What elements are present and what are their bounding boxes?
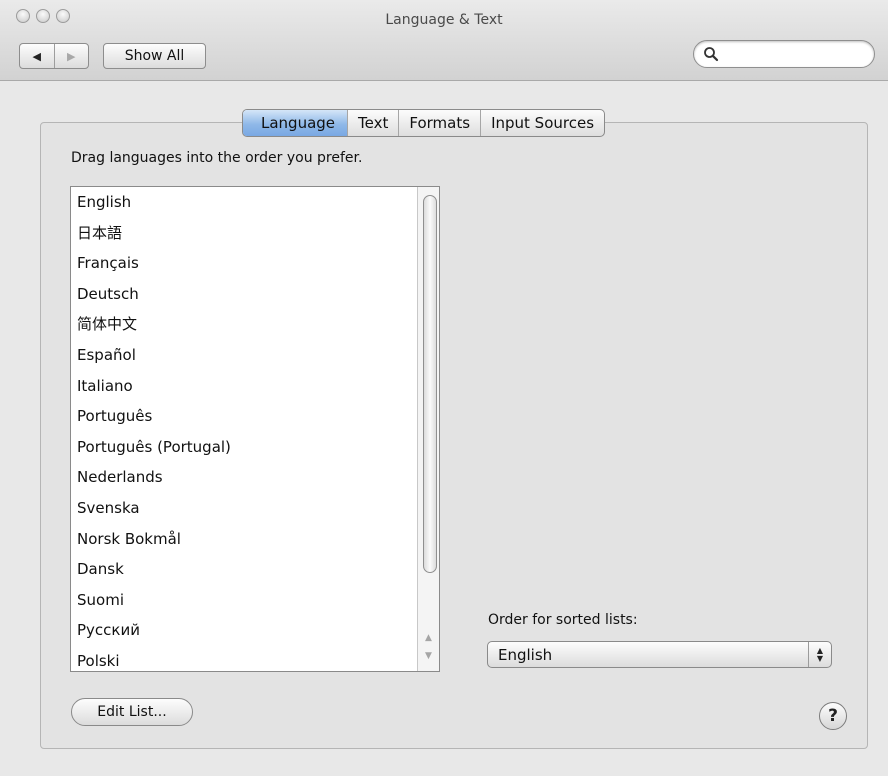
list-item[interactable]: Português [71, 401, 439, 432]
tab-input-sources[interactable]: Input Sources [480, 110, 604, 136]
back-button[interactable]: ◀ [20, 44, 55, 68]
list-item[interactable]: Deutsch [71, 279, 439, 310]
window-titlebar: Language & Text ◀ ▶ Show All [0, 0, 888, 81]
list-item[interactable]: Français [71, 248, 439, 279]
list-item[interactable]: Italiano [71, 371, 439, 402]
tab-formats[interactable]: Formats [398, 110, 480, 136]
pane-tab-bar: Language Text Formats Input Sources [242, 109, 606, 137]
show-all-button[interactable]: Show All [103, 43, 206, 69]
language-list[interactable]: English 日本語 Français Deutsch 简体中文 Españo… [70, 186, 440, 672]
sort-order-value: English [498, 645, 553, 664]
history-nav: ◀ ▶ [19, 43, 89, 69]
sort-order-select[interactable]: English ▲ ▼ [487, 641, 832, 668]
forward-arrow-icon: ▶ [67, 49, 76, 63]
list-item[interactable]: Dansk [71, 554, 439, 585]
help-button[interactable]: ? [819, 702, 847, 730]
search-field[interactable] [693, 40, 875, 68]
search-input[interactable] [723, 45, 867, 63]
sort-order-label: Order for sorted lists: [488, 612, 638, 628]
window-title: Language & Text [385, 12, 503, 28]
forward-button[interactable]: ▶ [55, 44, 89, 68]
edit-list-button[interactable]: Edit List... [71, 698, 193, 726]
instruction-text: Drag languages into the order you prefer… [71, 150, 363, 166]
scroll-up-icon[interactable]: ▲ [418, 633, 439, 647]
search-icon [704, 47, 719, 62]
list-item[interactable]: Suomi [71, 585, 439, 616]
list-item[interactable]: Português (Portugal) [71, 432, 439, 463]
list-item[interactable]: Norsk Bokmål [71, 524, 439, 555]
list-item[interactable]: Nederlands [71, 462, 439, 493]
list-item[interactable]: 日本語 [71, 218, 439, 249]
help-icon: ? [828, 706, 838, 726]
scrollbar-thumb[interactable] [423, 195, 437, 573]
list-item[interactable]: English [71, 187, 439, 218]
back-arrow-icon: ◀ [32, 49, 41, 63]
tab-text[interactable]: Text [347, 110, 398, 136]
tab-language[interactable]: Language [243, 110, 348, 136]
list-item[interactable]: Русский [71, 615, 439, 646]
scroll-down-icon[interactable]: ▼ [418, 651, 439, 665]
updown-chevron-icon: ▲ ▼ [808, 642, 831, 667]
list-item[interactable]: 简体中文 [71, 309, 439, 340]
list-item[interactable]: Español [71, 340, 439, 371]
list-item[interactable]: Svenska [71, 493, 439, 524]
list-scrollbar[interactable]: ▲ ▼ [417, 187, 439, 671]
list-item[interactable]: Polski [71, 646, 439, 671]
